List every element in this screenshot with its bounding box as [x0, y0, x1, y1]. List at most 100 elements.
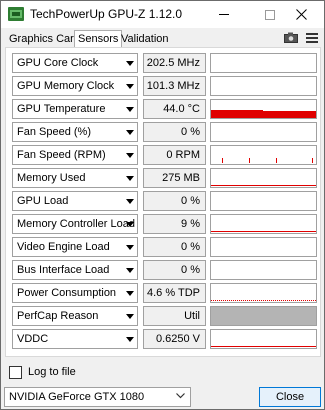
- caret-down-icon: [126, 314, 134, 319]
- sensor-row: Fan Speed (RPM) 0 RPM: [12, 145, 317, 165]
- sensor-row: Fan Speed (%) 0 %: [12, 122, 317, 142]
- sensor-graph: [210, 306, 317, 326]
- chevron-down-icon: [176, 393, 185, 399]
- sensor-row: PerfCap Reason Util: [12, 306, 317, 326]
- sensor-graph: [210, 260, 317, 280]
- sensor-label: Video Engine Load: [17, 241, 110, 253]
- sensor-label-dropdown[interactable]: Video Engine Load: [12, 237, 138, 257]
- sensor-label: Fan Speed (RPM): [17, 149, 106, 161]
- sensor-graph: [210, 145, 317, 165]
- sensors-panel: GPU Core Clock 202.5 MHz GPU Memory Cloc…: [5, 47, 321, 357]
- sensor-label-dropdown[interactable]: Memory Controller Load: [12, 214, 138, 234]
- gpu-select-dropdown[interactable]: NVIDIA GeForce GTX 1080: [4, 387, 191, 407]
- close-window-button[interactable]: [278, 1, 324, 28]
- log-to-file-label: Log to file: [28, 366, 76, 378]
- temperature-fill: [211, 111, 316, 118]
- sensor-row: Memory Used 275 MB: [12, 168, 317, 188]
- fan-rpm-graph: [222, 158, 313, 163]
- caret-down-icon: [126, 130, 134, 135]
- graph-spike: [249, 158, 250, 163]
- sensor-value: 275 MB: [143, 168, 206, 188]
- caret-down-icon: [126, 107, 134, 112]
- sensor-value: 0 RPM: [143, 145, 206, 165]
- sensor-graph: [210, 122, 317, 142]
- caret-down-icon: [126, 84, 134, 89]
- memory-used-graph: [211, 185, 316, 186]
- graph-line: [211, 185, 316, 186]
- sensor-graph: [210, 99, 317, 119]
- sensor-value: Util: [143, 306, 206, 326]
- sensor-label: GPU Memory Clock: [17, 80, 115, 92]
- tab-strip: Graphics Card Sensors Validation: [4, 30, 320, 47]
- sensor-row: Bus Interface Load 0 %: [12, 260, 317, 280]
- perfcap-graph: [211, 307, 316, 325]
- sensor-label-dropdown[interactable]: GPU Memory Clock: [12, 76, 138, 96]
- caret-down-icon: [126, 268, 134, 273]
- sensor-label-dropdown[interactable]: Fan Speed (%): [12, 122, 138, 142]
- sensor-label-dropdown[interactable]: Power Consumption: [12, 283, 138, 303]
- graph-spike: [222, 158, 223, 163]
- sensor-label: Bus Interface Load: [17, 264, 110, 276]
- sensor-label: GPU Temperature: [17, 103, 106, 115]
- close-button[interactable]: Close: [259, 387, 321, 407]
- tab-graphics-card[interactable]: Graphics Card: [6, 32, 83, 47]
- tab-validation[interactable]: Validation: [118, 32, 172, 47]
- sensor-label: Memory Controller Load: [17, 218, 135, 230]
- sensor-value: 0.6250 V: [143, 329, 206, 349]
- sensor-label: Fan Speed (%): [17, 126, 91, 138]
- sensor-label-dropdown[interactable]: GPU Load: [12, 191, 138, 211]
- sensor-row: GPU Memory Clock 101.3 MHz: [12, 76, 317, 96]
- sensor-graph: [210, 53, 317, 73]
- sensor-value: 0 %: [143, 260, 206, 280]
- camera-icon[interactable]: [284, 32, 298, 43]
- caret-down-icon: [126, 199, 134, 204]
- vddc-graph: [211, 346, 316, 347]
- sensor-row: GPU Temperature 44.0 °C: [12, 99, 317, 119]
- sensor-value: 202.5 MHz: [143, 53, 206, 73]
- sensor-value: 9 %: [143, 214, 206, 234]
- graph-spike: [276, 158, 277, 163]
- caret-down-icon: [126, 222, 134, 227]
- caret-down-icon: [126, 291, 134, 296]
- power-consumption-graph: [211, 300, 316, 301]
- gpuz-window: TechPowerUp GPU-Z 1.12.0 Graphics Card S…: [0, 0, 325, 410]
- sensor-label: VDDC: [17, 333, 49, 345]
- log-to-file-checkbox[interactable]: [9, 366, 22, 379]
- sensor-graph: [210, 237, 317, 257]
- sensor-row: GPU Core Clock 202.5 MHz: [12, 53, 317, 73]
- tab-sensors[interactable]: Sensors: [74, 30, 123, 47]
- sensor-label: GPU Core Clock: [17, 57, 99, 69]
- graph-line: [211, 346, 316, 347]
- sensor-label-dropdown[interactable]: GPU Temperature: [12, 99, 138, 119]
- graph-spike: [312, 158, 313, 163]
- sensor-value: 4.6 % TDP: [143, 283, 206, 303]
- sensor-row: Video Engine Load 0 %: [12, 237, 317, 257]
- title-bar: TechPowerUp GPU-Z 1.12.0: [1, 1, 324, 28]
- sensor-graph: [210, 329, 317, 349]
- caret-down-icon: [126, 337, 134, 342]
- sensor-label-dropdown[interactable]: VDDC: [12, 329, 138, 349]
- minimize-button[interactable]: [201, 1, 247, 28]
- sensor-label: PerfCap Reason: [17, 310, 99, 322]
- sensor-label-dropdown[interactable]: GPU Core Clock: [12, 53, 138, 73]
- caret-down-icon: [126, 61, 134, 66]
- sensor-label-dropdown[interactable]: Bus Interface Load: [12, 260, 138, 280]
- sensor-row: GPU Load 0 %: [12, 191, 317, 211]
- sensor-value: 0 %: [143, 122, 206, 142]
- sensor-label-dropdown[interactable]: Memory Used: [12, 168, 138, 188]
- sensor-label-dropdown[interactable]: Fan Speed (RPM): [12, 145, 138, 165]
- caret-down-icon: [126, 176, 134, 181]
- sensor-label-dropdown[interactable]: PerfCap Reason: [12, 306, 138, 326]
- sensor-value: 44.0 °C: [143, 99, 206, 119]
- graph-line: [211, 231, 316, 232]
- temperature-graph: [211, 110, 316, 118]
- sensor-graph: [210, 191, 317, 211]
- memory-controller-graph: [211, 231, 316, 232]
- sensor-graph: [210, 168, 317, 188]
- minimize-icon: [219, 14, 229, 16]
- window-title: TechPowerUp GPU-Z 1.12.0: [30, 7, 183, 21]
- sensor-row: Power Consumption 4.6 % TDP: [12, 283, 317, 303]
- sensor-row: Memory Controller Load 9 %: [12, 214, 317, 234]
- hamburger-menu-icon[interactable]: [306, 33, 318, 43]
- temperature-fill-top: [211, 110, 263, 111]
